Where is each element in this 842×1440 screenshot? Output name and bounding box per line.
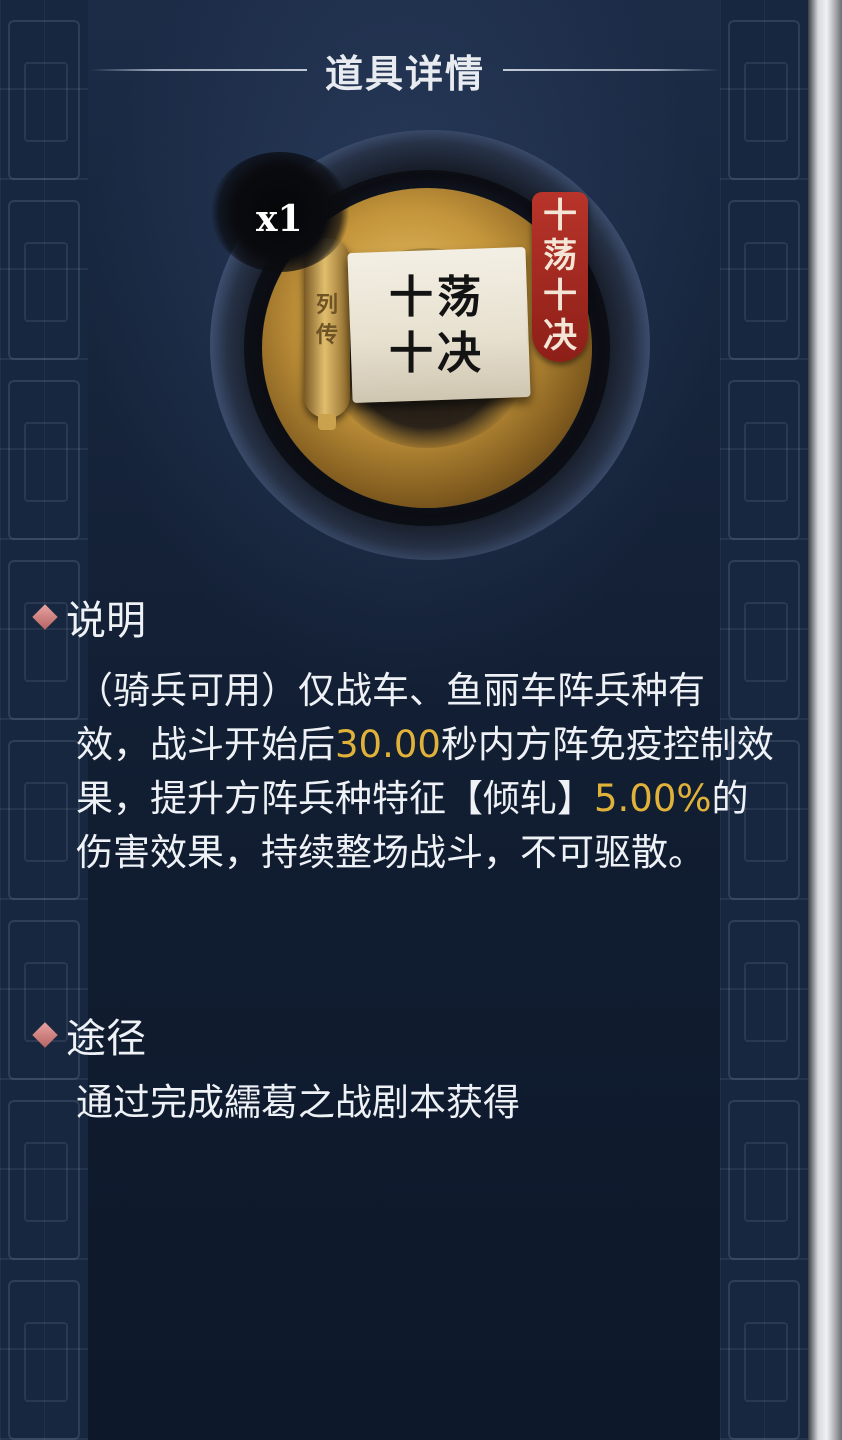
ornament-tile <box>728 20 800 180</box>
panel-header: 道具详情 <box>90 40 721 100</box>
scroll-title: 十荡 十决 <box>362 270 512 382</box>
left-ornament-border <box>0 0 88 1440</box>
item-name-tag-text: 十荡十决 <box>543 196 577 356</box>
quantity-badge: x1 <box>256 198 303 240</box>
source-text: 通过完成繻葛之战剧本获得 <box>76 1081 520 1124</box>
description-heading: 说明 <box>32 588 146 646</box>
ornament-tile <box>728 200 800 360</box>
scroll-rod-knob <box>318 414 336 430</box>
scroll-title-line1: 十荡 <box>389 272 485 323</box>
source-heading-label: 途径 <box>66 1016 146 1062</box>
description-heading-label: 说明 <box>66 598 146 644</box>
source-heading: 途径 <box>32 1006 146 1064</box>
ornament-tile <box>728 380 800 540</box>
title-divider-left <box>90 69 307 71</box>
item-detail-panel: 道具详情 列传 十荡 十决 十荡十决 x1 说明 （骑兵可用）仅战车、鱼丽车阵兵… <box>0 0 808 1440</box>
side-frame-edge <box>808 0 842 1440</box>
item-icon: 列传 十荡 十决 十荡十决 x1 <box>200 130 660 570</box>
ornament-tile <box>8 380 80 540</box>
ornament-tile <box>8 1100 80 1260</box>
description-text: （骑兵可用）仅战车、鱼丽车阵兵种有效，战斗开始后30.00秒内方阵免疫控制效果，… <box>76 664 776 880</box>
description-duration-value: 30.00 <box>335 723 441 766</box>
description-damage-value: 5.00% <box>594 777 712 820</box>
ornament-tile <box>8 1280 80 1440</box>
scroll-title-line2: 十决 <box>389 328 485 379</box>
diamond-bullet-icon <box>32 604 58 630</box>
ornament-tile <box>8 200 80 360</box>
ornament-tile <box>8 20 80 180</box>
ornament-tile <box>728 920 800 1080</box>
diamond-bullet-icon <box>32 1022 58 1048</box>
ornament-tile <box>728 1280 800 1440</box>
scroll-side-label: 列传 <box>315 292 338 348</box>
panel-title: 道具详情 <box>325 50 486 96</box>
ornament-tile <box>8 740 80 900</box>
title-divider-right <box>503 69 721 71</box>
